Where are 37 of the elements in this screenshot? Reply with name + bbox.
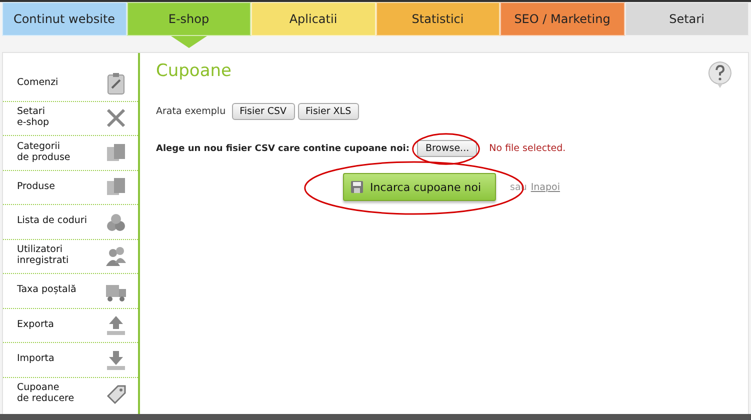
sidebar-item[interactable]: Produse: [3, 170, 138, 205]
tab-pointer-icon: [170, 36, 207, 48]
sidebar-label: Comenzi: [17, 78, 58, 90]
sidebar-label: Setari e-shop: [17, 107, 50, 130]
file-status: No file selected.: [489, 143, 566, 154]
sidebar-item[interactable]: Utilizatori inregistrati: [3, 240, 138, 274]
sidebar-label: Utilizatori inregistrati: [17, 245, 69, 268]
sidebar-item[interactable]: Lista de coduri: [3, 205, 138, 240]
sidebar-item[interactable]: Comenzi: [3, 67, 138, 102]
sidebar-label: Lista de coduri: [17, 216, 87, 228]
file-label: Alege un nou fisier CSV care contine cupoane noi:: [156, 144, 410, 154]
back-link[interactable]: Inapoi: [530, 182, 560, 192]
sidebar-label: Taxa poștală: [17, 285, 76, 296]
browse-button[interactable]: Browse...: [417, 140, 478, 157]
sidebar-label: Produse: [17, 182, 55, 193]
sidebar-item[interactable]: Exporta: [3, 308, 138, 343]
nav-tab[interactable]: Setari: [624, 2, 749, 36]
sidebar-item[interactable]: Taxa poștală: [3, 274, 138, 308]
nav-tab[interactable]: SEO / Marketing: [500, 2, 624, 36]
example-button[interactable]: Fisier XLS: [298, 103, 360, 120]
sidebar-label: Categorii de produse: [17, 142, 70, 164]
sidebar-item[interactable]: Categorii de produse: [3, 136, 138, 170]
nav-tab[interactable]: Aplicatii: [251, 2, 376, 36]
nav-tab[interactable]: Statistici: [376, 2, 500, 36]
example-button[interactable]: Fisier CSV: [232, 103, 295, 120]
sidebar-label: Exporta: [17, 320, 54, 331]
sidebar-label: Cupoane de reducere: [17, 383, 74, 406]
upload-button[interactable]: Incarca cupoane noi: [343, 173, 496, 201]
sidebar-item[interactable]: Importa: [3, 343, 138, 378]
users-icon: [104, 244, 128, 268]
floppy-icon: [350, 180, 364, 194]
sidebar-item[interactable]: Cupoane de reducere: [3, 378, 138, 411]
sidebar-label: Importa: [17, 354, 54, 366]
page-title: Cupoane: [156, 61, 232, 81]
sidebar-item[interactable]: Setari e-shop: [3, 102, 138, 136]
example-label: Arata exemplu: [156, 106, 226, 117]
nav-tab[interactable]: Continut website: [2, 2, 126, 36]
